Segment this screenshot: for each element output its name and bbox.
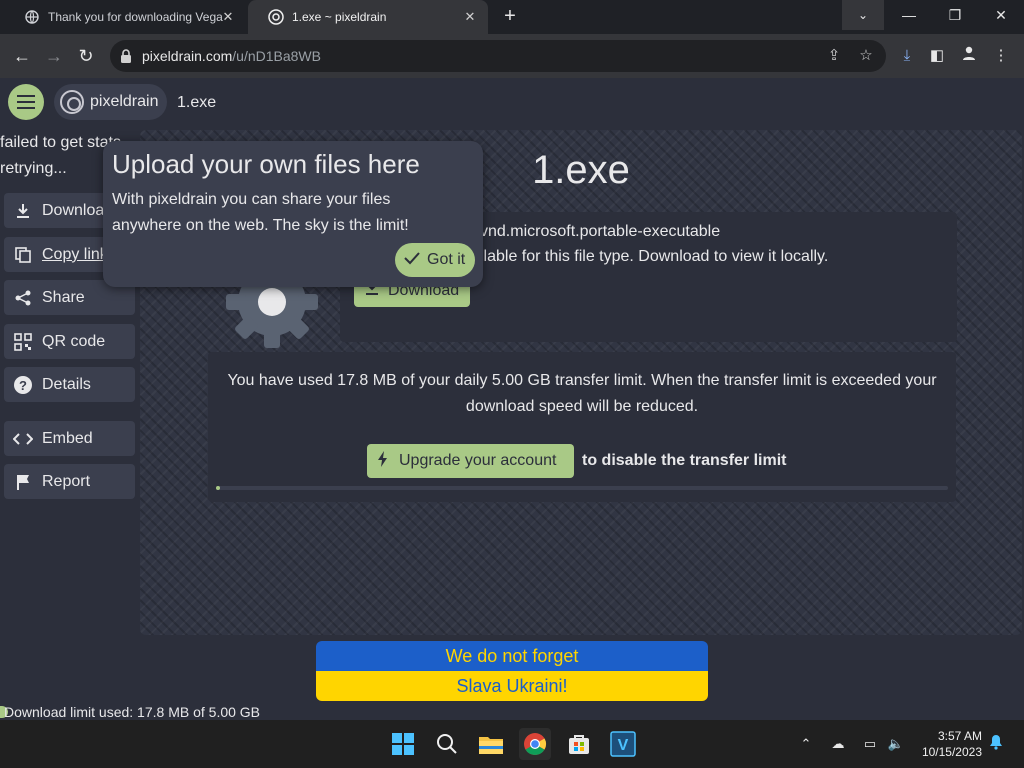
reload-icon[interactable]: ↻ (74, 44, 98, 68)
volume-icon[interactable]: 🔈 (886, 734, 906, 754)
lightning-icon (377, 450, 389, 473)
transfer-limit-box: You have used 17.8 MB of your daily 5.00… (208, 352, 956, 502)
back-icon[interactable]: ← (10, 44, 34, 68)
address-bar[interactable]: pixeldrain.com/u/nD1Ba8WB ⇪ ☆ (110, 40, 886, 72)
onedrive-icon[interactable]: ☁ (828, 734, 848, 754)
sidebar-report-button[interactable]: Report (4, 464, 135, 499)
url-text[interactable]: pixeldrain.com/u/nD1Ba8WB (142, 48, 321, 64)
sidebar-item-label: Details (42, 375, 91, 393)
copy-icon (12, 244, 34, 266)
upgrade-account-button[interactable]: Upgrade your account (367, 444, 574, 478)
got-it-button[interactable]: Got it (395, 243, 475, 277)
transfer-limit-text: You have used 17.8 MB of your daily 5.00… (227, 372, 937, 415)
file-explorer-icon[interactable] (475, 728, 507, 760)
sidebar-item-label: Share (42, 288, 85, 306)
tab-title: Thank you for downloading Vega (48, 10, 223, 24)
url-path: /u/nD1Ba8WB (232, 48, 321, 64)
microsoft-store-icon[interactable] (563, 728, 595, 760)
svg-text:V: V (618, 737, 629, 754)
sidebar-embed-button[interactable]: Embed (4, 421, 135, 456)
sidebar-item-label: Report (42, 472, 91, 490)
minimize-icon[interactable]: — (886, 0, 932, 30)
more-menu-icon[interactable]: ⋮ (990, 45, 1012, 67)
help-icon: ? (12, 374, 34, 396)
share-icon (12, 287, 34, 309)
restore-icon[interactable]: ❐ (932, 0, 978, 30)
svg-text:?: ? (19, 378, 27, 393)
clock-time: 3:57 AM (937, 729, 982, 743)
side-panel-icon[interactable]: ◧ (926, 45, 948, 67)
close-window-icon[interactable]: ✕ (978, 0, 1024, 30)
downloads-icon[interactable]: ⤓ (896, 45, 918, 67)
no-preview-message: ilable for this file type. Download to v… (480, 248, 829, 265)
lock-icon[interactable] (120, 49, 132, 63)
qr-code-icon (12, 331, 34, 353)
brand-name: pixeldrain (90, 93, 159, 110)
browser-toolbar: ← → ↻ pixeldrain.com/u/nD1Ba8WB ⇪ ☆ ⤓ ◧ … (0, 34, 1024, 78)
windows-taskbar: V ⌃ ☁ ▭ 🔈 3:57 AM 10/15/2023 (0, 720, 1024, 768)
upgrade-label: Upgrade your account (399, 452, 557, 469)
clock-date: 10/15/2023 (921, 745, 982, 759)
system-clock[interactable]: 3:57 AM 10/15/2023 (916, 728, 982, 760)
profile-icon[interactable] (958, 45, 980, 67)
upgrade-tail-text: to disable the transfer limit (582, 452, 787, 469)
ukraine-banner[interactable]: We do not forget Slava Ukraini! (316, 641, 708, 701)
vega-app-icon[interactable]: V (607, 728, 639, 760)
show-hidden-icons-icon[interactable]: ⌃ (796, 734, 816, 754)
notifications-icon[interactable] (986, 734, 1006, 754)
sidebar-item-label: QR code (42, 332, 106, 350)
bookmark-star-icon[interactable]: ☆ (856, 46, 876, 66)
upload-tip-popup: Upload your own files here With pixeldra… (103, 141, 483, 287)
new-tab-icon[interactable]: + (498, 5, 522, 29)
checkmark-icon (403, 250, 421, 271)
transfer-limit-progress-fill (216, 486, 221, 490)
pixeldrain-logo-icon (60, 90, 84, 114)
banner-top-text: We do not forget (316, 641, 708, 671)
sidebar-details-button[interactable]: ? Details (4, 367, 135, 402)
tab-title: 1.exe ~ pixeldrain (292, 10, 387, 24)
close-tab-icon[interactable]: ✕ (220, 9, 236, 25)
banner-bottom-text: Slava Ukraini! (316, 671, 708, 701)
close-tab-icon[interactable]: ✕ (462, 9, 478, 25)
forward-icon[interactable]: → (42, 44, 66, 68)
tab-strip: Thank you for downloading Vega ✕ 1.exe ~… (0, 0, 1024, 34)
sidebar-item-label: Copy link (42, 245, 108, 263)
tab-pixeldrain[interactable]: 1.exe ~ pixeldrain ✕ (248, 0, 488, 34)
pixeldrain-page: pixeldrain 1.exe failed to get stats ret… (0, 78, 1024, 720)
sidebar-item-label: Embed (42, 429, 93, 447)
transfer-limit-progress (216, 486, 948, 490)
flag-icon (12, 471, 34, 493)
tab-search-icon[interactable]: ⌄ (842, 0, 884, 30)
network-icon[interactable]: ▭ (860, 734, 880, 754)
file-name-crumb: 1.exe (177, 94, 217, 111)
popup-title: Upload your own files here (112, 149, 420, 179)
chrome-icon[interactable] (519, 728, 551, 760)
pixeldrain-home-button[interactable]: pixeldrain (54, 84, 167, 120)
url-domain: pixeldrain.com (142, 48, 233, 64)
tab-vega-download[interactable]: Thank you for downloading Vega ✕ (4, 0, 246, 34)
share-page-icon[interactable]: ⇪ (824, 46, 844, 66)
download-limit-footer: Download limit used: 17.8 MB of 5.00 GB (4, 704, 261, 720)
sidebar-qr-code-button[interactable]: QR code (4, 324, 135, 359)
globe-icon (24, 9, 40, 25)
hamburger-menu-button[interactable] (8, 84, 44, 120)
popup-body: With pixeldrain you can share your files… (112, 191, 409, 234)
search-icon[interactable] (431, 728, 463, 760)
code-icon (12, 428, 34, 450)
pixeldrain-favicon-icon (268, 9, 284, 25)
got-it-label: Got it (427, 251, 466, 268)
windows-start-icon[interactable] (387, 728, 419, 760)
download-icon (12, 200, 34, 222)
file-mime-type: vnd.microsoft.portable-executable (480, 223, 721, 240)
